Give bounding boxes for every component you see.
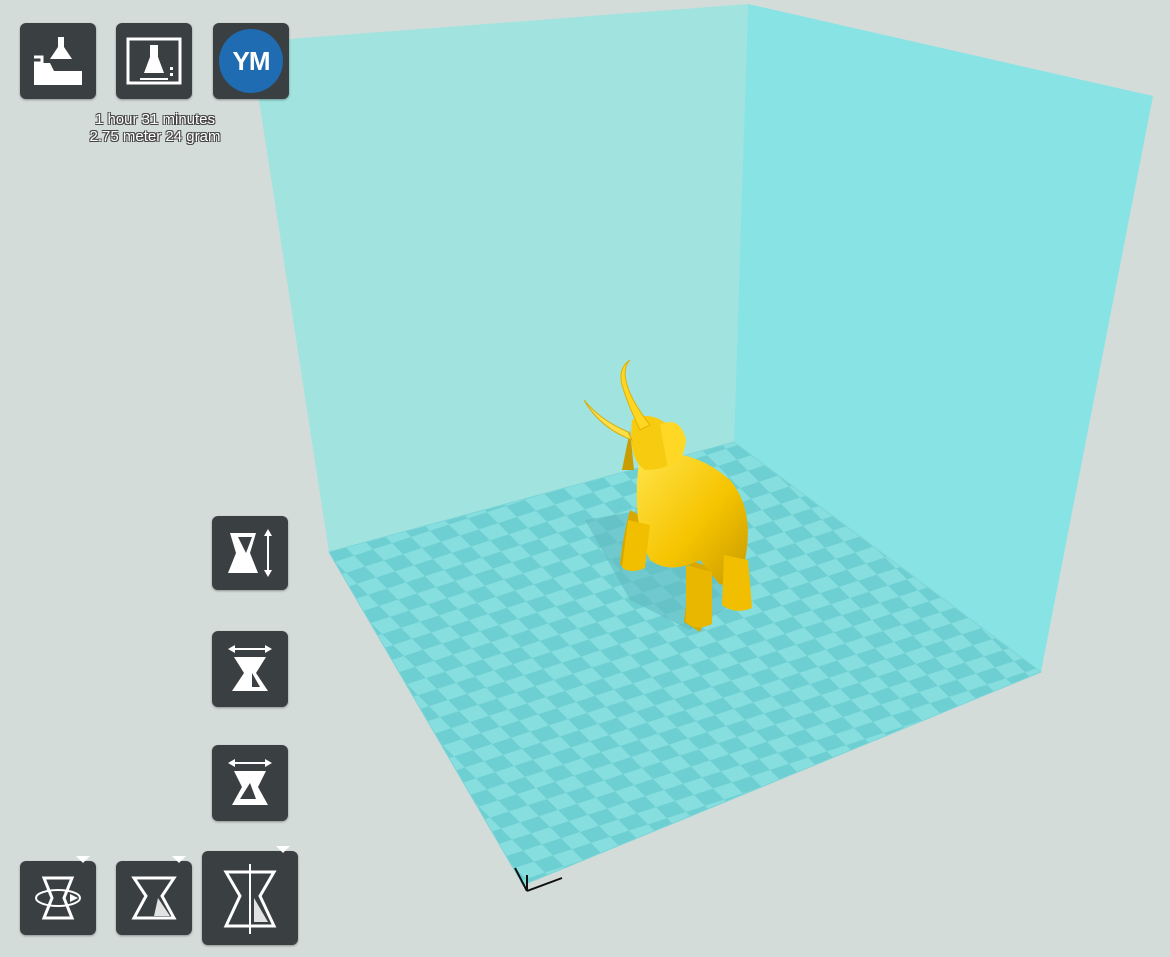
settings-mode-icon	[214, 860, 286, 936]
mirror-y-tool-button[interactable]	[212, 745, 288, 821]
print-material: 2.75 meter 24 gram	[89, 128, 221, 145]
load-model-button[interactable]	[20, 23, 96, 99]
scale-tool-button[interactable]	[212, 516, 288, 590]
print-time: 1 hour 31 minutes	[94, 111, 216, 128]
user-account-button[interactable]: YM	[213, 23, 289, 99]
prepare-print-button[interactable]	[116, 23, 192, 99]
mirror-x-tool-button[interactable]	[212, 631, 288, 707]
settings-mode-button[interactable]	[202, 851, 298, 945]
print-estimate: 1 hour 31 minutes 2.75 meter 24 gram	[60, 111, 250, 145]
scale-icon	[222, 525, 278, 581]
mirror-y-icon	[222, 755, 278, 811]
view-mode-icon	[126, 870, 182, 926]
view-mode-button[interactable]	[116, 861, 192, 935]
load-model-icon	[28, 33, 88, 89]
rotate-icon	[30, 870, 86, 926]
mirror-x-icon	[222, 641, 278, 697]
rotate-tool-button[interactable]	[20, 861, 96, 935]
prepare-print-icon	[124, 33, 184, 89]
avatar: YM	[219, 29, 283, 93]
